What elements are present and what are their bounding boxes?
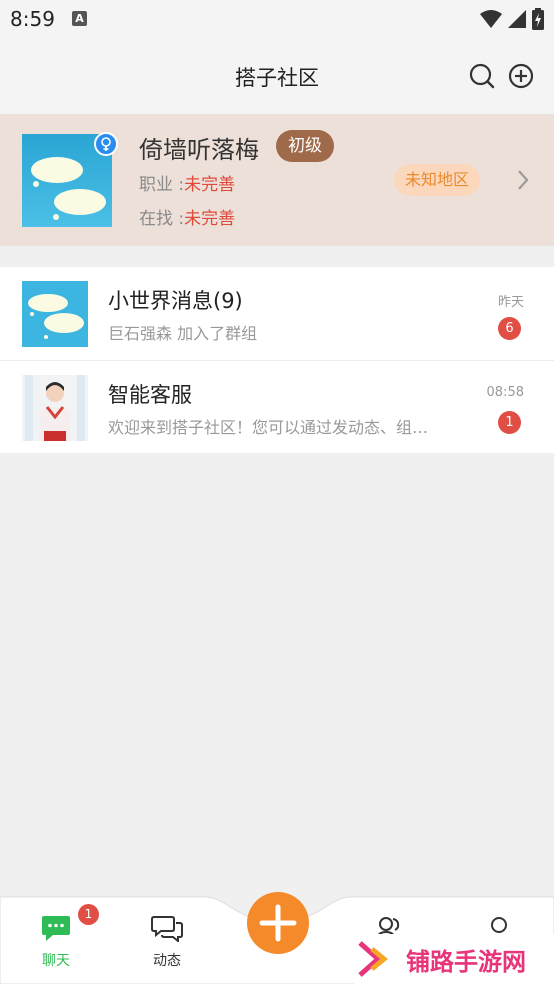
profile-name: 倚墙听落梅 (139, 136, 259, 164)
region-badge: 未知地区 (394, 164, 481, 196)
tab-label: 聊天 (42, 953, 70, 969)
create-post-button[interactable] (247, 892, 309, 954)
tab-moments[interactable]: 动态 (127, 914, 207, 970)
chat-preview: 巨石强森 加入了群组 (108, 324, 258, 343)
level-badge: 初级 (276, 130, 334, 162)
unread-badge: 1 (498, 411, 521, 434)
app-header: 搭子社区 (0, 38, 554, 114)
seeking-label: 在找 : (139, 209, 185, 229)
status-bar: 8:59 A (0, 0, 554, 38)
battery-icon (532, 8, 544, 30)
avatar (22, 281, 88, 347)
wifi-icon (480, 10, 502, 28)
job-line: 职业 :未完善 (139, 170, 235, 195)
chat-list: 小世界消息(9) 巨石强森 加入了群组 昨天 6 智能客服 欢迎来到搭子社区！您… (0, 267, 554, 453)
moments-icon (151, 916, 183, 944)
add-circle-icon[interactable] (507, 62, 535, 90)
status-time: 8:59 (10, 7, 55, 31)
chat-name: 小世界消息(9) (108, 289, 243, 313)
search-icon[interactable] (468, 62, 496, 90)
unread-badge: 6 (498, 317, 521, 340)
female-icon (94, 132, 118, 156)
chat-item-customer-service[interactable]: 智能客服 欢迎来到搭子社区！您可以通过发动态、组… 08:58 1 (0, 360, 554, 453)
chat-item-world-messages[interactable]: 小世界消息(9) 巨石强森 加入了群组 昨天 6 (0, 267, 554, 360)
profile-card[interactable]: 倚墙听落梅 初级 职业 :未完善 在找 :未完善 未知地区 (0, 114, 554, 246)
avatar (22, 375, 88, 441)
status-icons (480, 8, 544, 30)
tab-badge: 1 (78, 904, 99, 925)
plus-icon (259, 904, 297, 942)
chevron-right-icon[interactable] (516, 168, 530, 192)
chat-time: 08:58 (486, 385, 524, 400)
chat-preview: 欢迎来到搭子社区！您可以通过发动态、组… (108, 418, 429, 437)
job-label: 职业 : (139, 175, 185, 195)
watermark-text: 铺路手游网 (406, 947, 526, 976)
watermark: 铺路手游网 (354, 934, 554, 984)
seeking-value: 未完善 (184, 209, 236, 229)
watermark-logo-icon (358, 941, 388, 977)
chat-bubble-icon (42, 916, 70, 941)
seeking-line: 在找 :未完善 (139, 204, 235, 229)
chat-time: 昨天 (497, 295, 524, 310)
tab-label: 动态 (153, 953, 181, 969)
notification-icon: A (72, 11, 87, 26)
chat-name: 智能客服 (108, 383, 192, 407)
job-value: 未完善 (184, 175, 236, 195)
signal-icon (508, 10, 526, 28)
